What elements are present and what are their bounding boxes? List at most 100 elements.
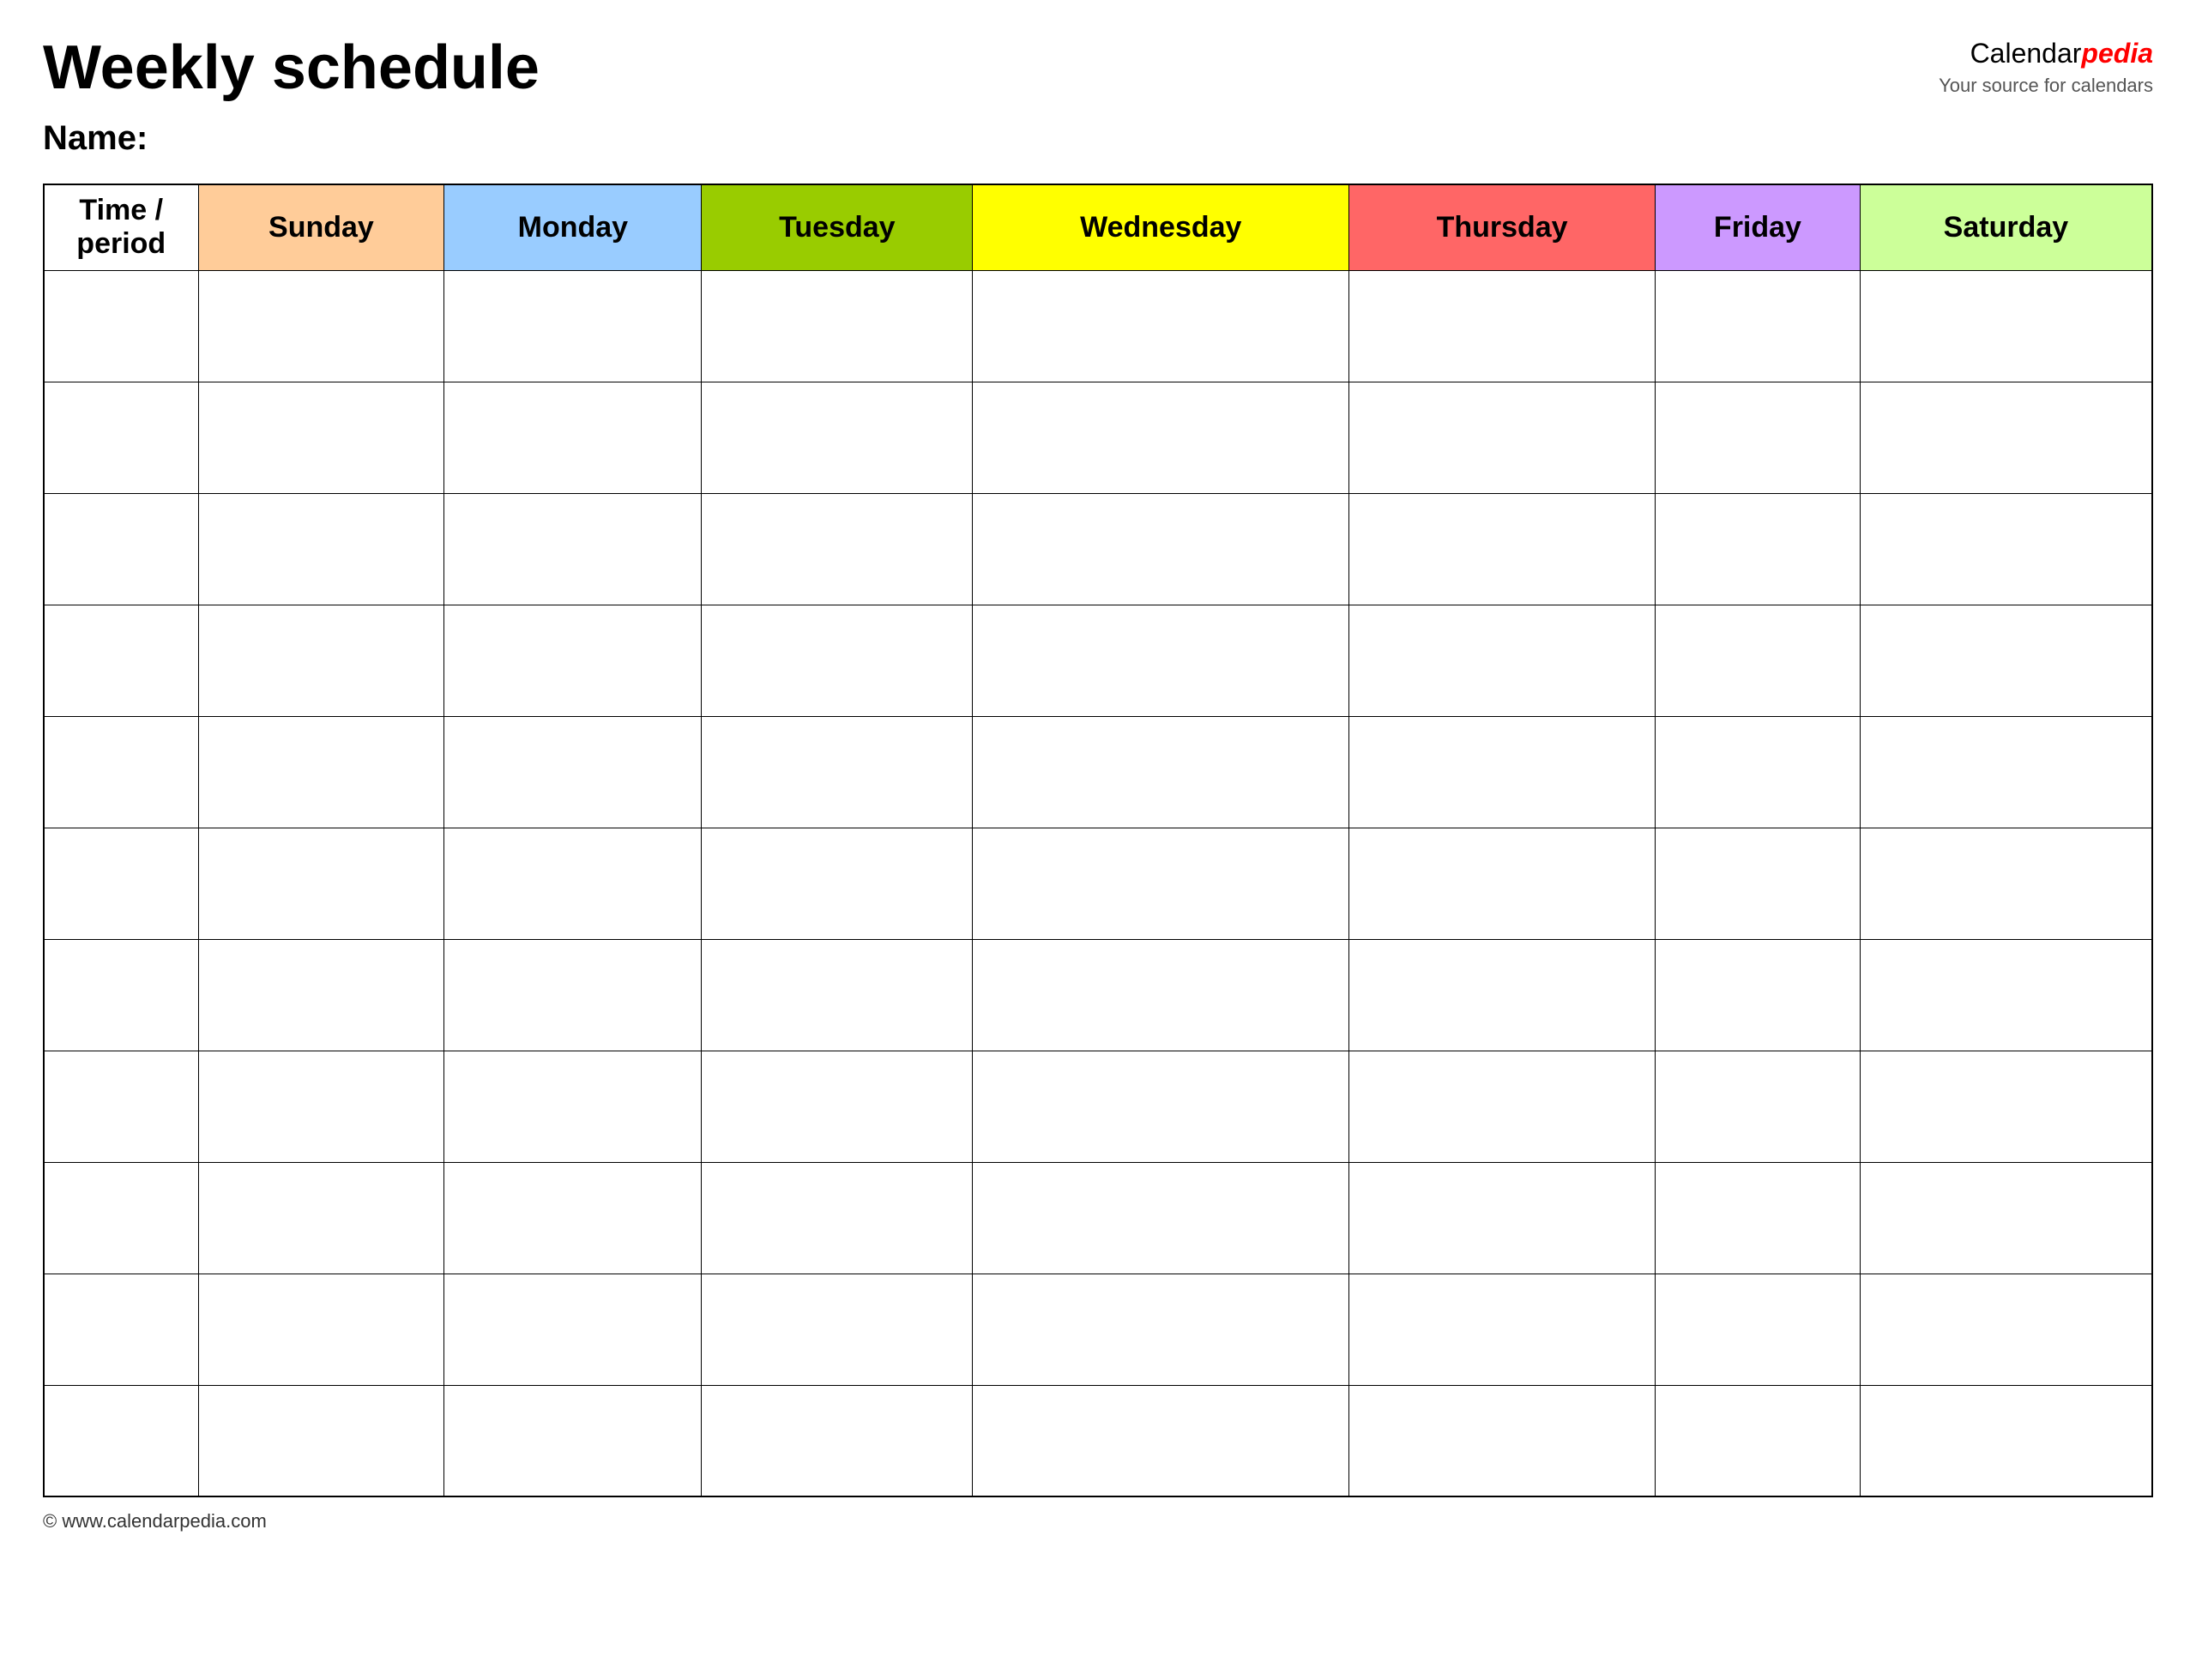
schedule-cell[interactable] — [1860, 716, 2152, 828]
col-header-thursday: Thursday — [1349, 184, 1656, 270]
schedule-cell[interactable] — [1860, 1385, 2152, 1496]
schedule-cell[interactable] — [1349, 270, 1656, 382]
schedule-cell[interactable] — [973, 1274, 1349, 1385]
table-row — [44, 828, 2152, 939]
schedule-cell[interactable] — [973, 605, 1349, 716]
page-title: Weekly schedule — [43, 34, 540, 102]
time-cell — [44, 605, 198, 716]
schedule-cell[interactable] — [702, 493, 973, 605]
time-cell — [44, 493, 198, 605]
schedule-cell[interactable] — [1656, 939, 1861, 1051]
time-cell — [44, 828, 198, 939]
table-row — [44, 716, 2152, 828]
schedule-cell[interactable] — [1656, 382, 1861, 493]
schedule-cell[interactable] — [198, 939, 444, 1051]
schedule-cell[interactable] — [973, 1162, 1349, 1274]
time-cell — [44, 939, 198, 1051]
col-header-wednesday: Wednesday — [973, 184, 1349, 270]
schedule-cell[interactable] — [702, 939, 973, 1051]
schedule-cell[interactable] — [1860, 270, 2152, 382]
schedule-cell[interactable] — [444, 1274, 702, 1385]
col-header-time: Time / period — [44, 184, 198, 270]
schedule-cell[interactable] — [1656, 270, 1861, 382]
schedule-table: Time / period Sunday Monday Tuesday Wedn… — [43, 184, 2153, 1497]
schedule-cell[interactable] — [1349, 493, 1656, 605]
schedule-cell[interactable] — [973, 828, 1349, 939]
schedule-cell[interactable] — [1656, 1162, 1861, 1274]
schedule-cell[interactable] — [702, 1385, 973, 1496]
schedule-cell[interactable] — [973, 1051, 1349, 1162]
schedule-cell[interactable] — [444, 939, 702, 1051]
schedule-cell[interactable] — [973, 493, 1349, 605]
schedule-cell[interactable] — [702, 1051, 973, 1162]
schedule-cell[interactable] — [198, 270, 444, 382]
schedule-cell[interactable] — [1860, 1051, 2152, 1162]
time-cell — [44, 382, 198, 493]
schedule-cell[interactable] — [198, 1162, 444, 1274]
schedule-cell[interactable] — [1860, 1162, 2152, 1274]
schedule-cell[interactable] — [198, 605, 444, 716]
schedule-cell[interactable] — [1656, 1274, 1861, 1385]
schedule-cell[interactable] — [444, 1385, 702, 1496]
schedule-cell[interactable] — [1349, 939, 1656, 1051]
brand-pedia-text: pedia — [2081, 38, 2153, 69]
schedule-cell[interactable] — [1860, 493, 2152, 605]
schedule-cell[interactable] — [1349, 605, 1656, 716]
schedule-cell[interactable] — [973, 270, 1349, 382]
schedule-cell[interactable] — [444, 716, 702, 828]
schedule-cell[interactable] — [702, 270, 973, 382]
brand-calendar-text: Calendar — [1970, 38, 2082, 69]
schedule-cell[interactable] — [1349, 382, 1656, 493]
schedule-cell[interactable] — [973, 939, 1349, 1051]
schedule-cell[interactable] — [1349, 1162, 1656, 1274]
schedule-cell[interactable] — [1860, 828, 2152, 939]
schedule-cell[interactable] — [198, 493, 444, 605]
schedule-cell[interactable] — [198, 1274, 444, 1385]
schedule-cell[interactable] — [1656, 716, 1861, 828]
schedule-cell[interactable] — [444, 1051, 702, 1162]
schedule-cell[interactable] — [1656, 1051, 1861, 1162]
schedule-cell[interactable] — [198, 716, 444, 828]
time-cell — [44, 1162, 198, 1274]
col-header-sunday: Sunday — [198, 184, 444, 270]
schedule-cell[interactable] — [444, 605, 702, 716]
schedule-cell[interactable] — [1349, 716, 1656, 828]
schedule-cell[interactable] — [1860, 939, 2152, 1051]
schedule-cell[interactable] — [702, 828, 973, 939]
schedule-cell[interactable] — [973, 1385, 1349, 1496]
schedule-cell[interactable] — [1349, 1051, 1656, 1162]
schedule-cell[interactable] — [1656, 828, 1861, 939]
schedule-cell[interactable] — [1656, 493, 1861, 605]
schedule-cell[interactable] — [702, 716, 973, 828]
time-cell — [44, 1274, 198, 1385]
schedule-cell[interactable] — [1860, 1274, 2152, 1385]
schedule-cell[interactable] — [1656, 605, 1861, 716]
schedule-cell[interactable] — [198, 1051, 444, 1162]
schedule-cell[interactable] — [1349, 828, 1656, 939]
schedule-cell[interactable] — [702, 382, 973, 493]
col-header-monday: Monday — [444, 184, 702, 270]
schedule-cell[interactable] — [702, 1162, 973, 1274]
schedule-cell[interactable] — [973, 716, 1349, 828]
schedule-cell[interactable] — [973, 382, 1349, 493]
schedule-cell[interactable] — [444, 270, 702, 382]
schedule-cell[interactable] — [1860, 382, 2152, 493]
schedule-cell[interactable] — [1656, 1385, 1861, 1496]
table-row — [44, 1385, 2152, 1496]
schedule-cell[interactable] — [198, 382, 444, 493]
schedule-cell[interactable] — [444, 382, 702, 493]
schedule-cell[interactable] — [198, 1385, 444, 1496]
brand-name: Calendarpedia — [1970, 41, 2153, 68]
schedule-cell[interactable] — [1349, 1274, 1656, 1385]
schedule-cell[interactable] — [702, 1274, 973, 1385]
schedule-cell[interactable] — [1860, 605, 2152, 716]
schedule-cell[interactable] — [444, 828, 702, 939]
schedule-cell[interactable] — [444, 493, 702, 605]
schedule-cell[interactable] — [1349, 1385, 1656, 1496]
schedule-cell[interactable] — [444, 1162, 702, 1274]
page-header: Weekly schedule Calendarpedia Your sourc… — [43, 34, 2153, 102]
schedule-cell[interactable] — [702, 605, 973, 716]
time-cell — [44, 270, 198, 382]
table-row — [44, 1051, 2152, 1162]
schedule-cell[interactable] — [198, 828, 444, 939]
